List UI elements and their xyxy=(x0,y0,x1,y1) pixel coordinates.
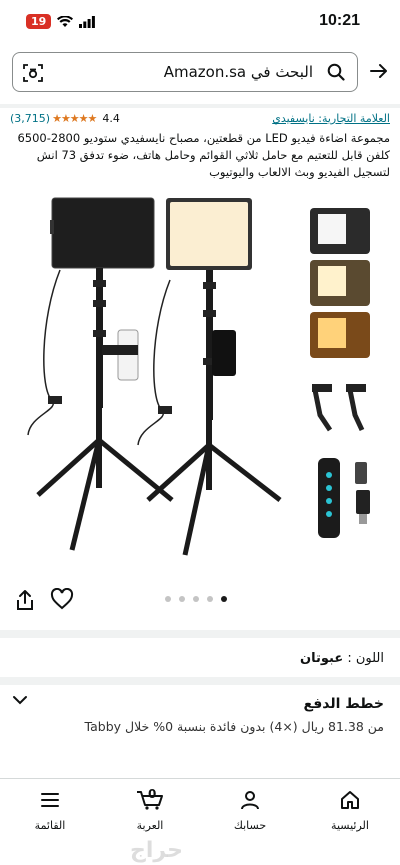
color-label: اللون : xyxy=(347,651,384,666)
wifi-icon xyxy=(57,15,74,27)
nav-home-label: الرئيسية xyxy=(331,819,369,832)
wishlist-heart-icon[interactable] xyxy=(50,588,74,610)
menu-icon xyxy=(41,793,59,807)
chevron-down-icon[interactable] xyxy=(12,694,28,706)
section-separator xyxy=(0,677,400,685)
carousel-dot[interactable] xyxy=(207,596,213,602)
status-bar: 19 10:21 xyxy=(0,0,400,44)
rating[interactable]: (3,715) ★★★★★ 4.4 xyxy=(10,112,120,125)
payment-plans[interactable]: خطط الدفع من 81.38 ريال (×4) بدون فائدة … xyxy=(0,686,400,766)
search-icon[interactable] xyxy=(327,63,345,81)
nav-account-label: حسابك xyxy=(233,819,267,832)
share-icon[interactable] xyxy=(14,588,36,612)
rating-stars: ★★★★★ xyxy=(52,112,97,125)
color-selector[interactable]: اللون : عبوتان xyxy=(300,651,384,666)
cart-count: 0 xyxy=(148,787,157,801)
search-placeholder: البحث في Amazon.sa xyxy=(163,63,313,81)
section-separator xyxy=(0,630,400,638)
carousel-dot[interactable] xyxy=(193,596,199,602)
phone-holder-right xyxy=(212,330,236,376)
search-input[interactable]: البحث في Amazon.sa xyxy=(12,52,358,92)
status-indicators: 19 xyxy=(26,14,96,29)
nav-home[interactable]: الرئيسية xyxy=(310,789,390,832)
signal-icon xyxy=(79,15,96,28)
nav-account[interactable]: حسابك xyxy=(210,789,290,832)
status-time: 10:21 xyxy=(319,12,360,29)
rating-count[interactable]: (3,715) xyxy=(10,112,50,125)
camera-scan-icon[interactable] xyxy=(23,63,43,83)
brand-rating-row: العلامة التجارية: نايسفيدي (3,715) ★★★★★… xyxy=(10,112,390,128)
carousel-dot-active[interactable] xyxy=(221,596,227,602)
image-carousel-dots[interactable] xyxy=(165,596,227,602)
nav-cart-label: العربة xyxy=(136,819,164,832)
carousel-dot[interactable] xyxy=(179,596,185,602)
header-divider xyxy=(0,104,400,108)
home-icon xyxy=(341,791,359,809)
brand-link[interactable]: العلامة التجارية: نايسفيدي xyxy=(272,112,390,125)
product-title: مجموعة اضاءة فيديو LED من قطعتين، مصباح … xyxy=(17,131,390,179)
carousel-dot[interactable] xyxy=(165,596,171,602)
account-icon xyxy=(241,791,259,810)
nav-menu-label: القائمة xyxy=(34,819,66,832)
forward-arrow-icon[interactable] xyxy=(370,63,388,79)
color-temperature-thumbnails xyxy=(310,208,370,358)
search-header: البحث في Amazon.sa xyxy=(0,44,400,100)
product-image[interactable] xyxy=(0,190,400,590)
watermark: حراج xyxy=(130,838,183,863)
nav-cart[interactable]: 0 العربة xyxy=(110,787,190,832)
payment-plans-title: خطط الدفع xyxy=(303,696,384,712)
payment-plans-description: من 81.38 ريال (×4) بدون فائدة بنسبة 0% خ… xyxy=(84,719,384,734)
nav-menu[interactable]: القائمة xyxy=(10,789,90,832)
rating-value: 4.4 xyxy=(102,112,120,125)
light-panel-left xyxy=(51,197,155,269)
bottom-navigation: الرئيسية حسابك 0 العربة القائمة xyxy=(0,778,400,865)
battery-badge: 19 xyxy=(26,14,52,29)
color-value: عبوتان xyxy=(300,651,344,666)
